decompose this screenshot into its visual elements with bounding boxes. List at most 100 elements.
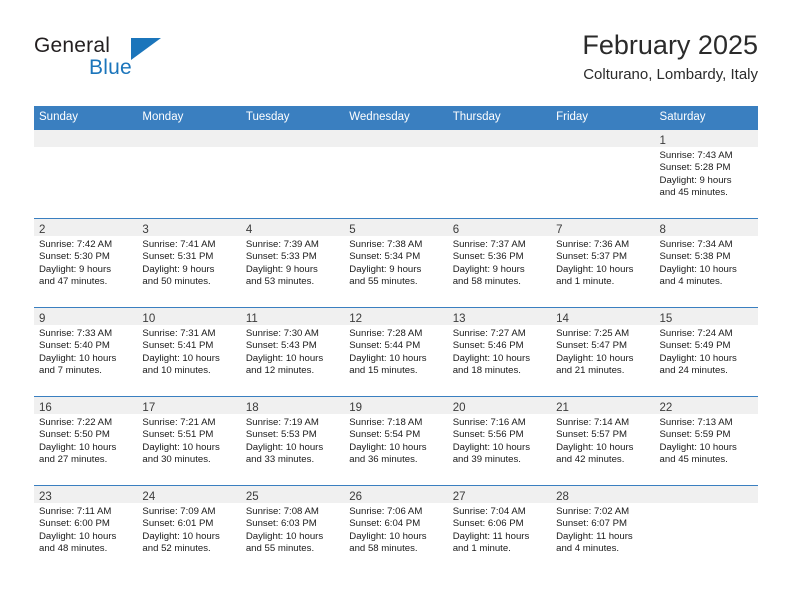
day-details: Sunrise: 7:11 AM Sunset: 6:00 PM Daylight:… [34, 503, 137, 562]
calendar-day-cell[interactable]: 15 Sunrise: 7:24 AM Sunset: 5:49 PM Dayligh… [654, 308, 758, 396]
calendar-day-cell[interactable]: 1 Sunrise: 7:43 AM Sunset: 5:28 PM Daylight… [654, 130, 758, 218]
day-details: Sunrise: 7:08 AM Sunset: 6:03 PM Daylight:… [241, 503, 344, 562]
day-details: Sunrise: 7:28 AM Sunset: 5:44 PM Daylight:… [344, 325, 447, 384]
daylight-duration-line2: and 58 minutes. [349, 543, 418, 555]
calendar-day-cell[interactable]: 2 Sunrise: 7:42 AM Sunset: 5:30 PM Daylight… [34, 219, 138, 307]
daylight-duration-line1: Daylight: 10 hours [349, 352, 427, 364]
day-number-band [34, 130, 138, 147]
day-number: 11 [245, 313, 258, 325]
calendar-week-row: 2 Sunrise: 7:42 AM Sunset: 5:30 PM Daylight… [34, 218, 758, 307]
weekday-header-monday: Monday [142, 111, 184, 123]
day-number: 28 [556, 491, 569, 503]
day-number-band: 7 [551, 219, 655, 236]
calendar-day-cell[interactable]: 4 Sunrise: 7:39 AM Sunset: 5:33 PM Daylight… [240, 219, 345, 307]
daylight-duration-line2: and 48 minutes. [39, 543, 108, 555]
calendar-day-cell[interactable]: 8 Sunrise: 7:34 AM Sunset: 5:38 PM Daylight… [654, 219, 758, 307]
day-number: 25 [245, 491, 259, 503]
calendar-day-cell[interactable]: 26 Sunrise: 7:06 AM Sunset: 6:04 PM Dayligh… [344, 486, 448, 574]
sunset-time: Sunset: 5:44 PM [349, 340, 421, 352]
calendar-day-cell[interactable]: 25 Sunrise: 7:08 AM Sunset: 6:03 PM Dayligh… [240, 486, 345, 574]
daylight-duration-line2: and 4 minutes. [659, 276, 723, 288]
sunrise-time: Sunrise: 7:06 AM [349, 506, 423, 517]
sunrise-time: Sunrise: 7:11 AM [39, 506, 112, 517]
calendar-day-cell[interactable]: 18 Sunrise: 7:19 AM Sunset: 5:53 PM Dayligh… [240, 397, 345, 485]
day-details: Sunrise: 7:21 AM Sunset: 5:51 PM Daylight:… [137, 414, 240, 473]
day-number: 3 [142, 224, 149, 236]
sunrise-time: Sunrise: 7:22 AM [39, 417, 113, 428]
day-details: Sunrise: 7:34 AM Sunset: 5:38 PM Daylight:… [655, 236, 758, 295]
day-number-band: 15 [654, 308, 758, 325]
day-number-band: 16 [34, 397, 138, 414]
daylight-duration-line1: Daylight: 10 hours [245, 530, 324, 542]
calendar-day-cell[interactable]: 9 Sunrise: 7:33 AM Sunset: 5:40 PM Daylight… [34, 308, 138, 396]
daylight-duration-line1: Daylight: 10 hours [245, 352, 324, 364]
day-number-band: 18 [240, 397, 345, 414]
calendar-day-cell[interactable]: 22 Sunrise: 7:13 AM Sunset: 5:59 PM Dayligh… [654, 397, 758, 485]
general-blue-logo[interactable]: General Blue [34, 34, 204, 90]
sunset-time: Sunset: 5:51 PM [142, 429, 214, 441]
day-number: 26 [349, 491, 363, 503]
day-details: Sunrise: 7:42 AM Sunset: 5:30 PM Daylight:… [34, 236, 137, 295]
day-number-band: 21 [551, 397, 655, 414]
sunrise-time: Sunrise: 7:38 AM [349, 239, 423, 250]
calendar-day-cell[interactable]: 27 Sunrise: 7:04 AM Sunset: 6:06 PM Dayligh… [447, 486, 552, 574]
daylight-duration-line1: Daylight: 10 hours [349, 441, 427, 453]
daylight-duration-line2: and 1 minute. [452, 543, 511, 555]
sunrise-time: Sunrise: 7:39 AM [245, 239, 319, 250]
day-number: 23 [39, 491, 52, 503]
calendar-day-cell[interactable]: 5 Sunrise: 7:38 AM Sunset: 5:34 PM Daylight… [344, 219, 448, 307]
daylight-duration-line2: and 21 minutes. [556, 365, 625, 377]
daylight-duration-line1: Daylight: 10 hours [39, 530, 117, 542]
daylight-duration-line1: Daylight: 10 hours [142, 441, 220, 453]
calendar-day-cell[interactable]: 24 Sunrise: 7:09 AM Sunset: 6:01 PM Dayligh… [137, 486, 241, 574]
calendar-day-cell[interactable]: 12 Sunrise: 7:28 AM Sunset: 5:44 PM Dayligh… [344, 308, 448, 396]
daylight-duration-line2: and 10 minutes. [142, 365, 211, 377]
calendar-day-cell[interactable]: 20 Sunrise: 7:16 AM Sunset: 5:56 PM Dayligh… [447, 397, 552, 485]
daylight-duration-line1: Daylight: 10 hours [245, 441, 324, 453]
daylight-duration-line1: Daylight: 10 hours [39, 352, 117, 364]
daylight-duration-line1: Daylight: 10 hours [452, 352, 531, 364]
calendar-day-cell[interactable]: 10 Sunrise: 7:31 AM Sunset: 5:41 PM Dayligh… [137, 308, 241, 396]
calendar-day-cell[interactable]: 19 Sunrise: 7:18 AM Sunset: 5:54 PM Dayligh… [344, 397, 448, 485]
daylight-duration-line2: and 30 minutes. [142, 454, 211, 466]
calendar-day-cell[interactable]: 6 Sunrise: 7:37 AM Sunset: 5:36 PM Daylight… [447, 219, 552, 307]
daylight-duration-line2: and 55 minutes. [349, 276, 418, 288]
calendar-week-row: 1 Sunrise: 7:43 AM Sunset: 5:28 PM Daylight… [34, 129, 758, 218]
sunset-time: Sunset: 6:04 PM [349, 518, 421, 530]
calendar-day-cell[interactable]: 23 Sunrise: 7:11 AM Sunset: 6:00 PM Dayligh… [34, 486, 138, 574]
calendar-day-cell[interactable]: 7 Sunrise: 7:36 AM Sunset: 5:37 PM Daylight… [551, 219, 655, 307]
sunrise-time: Sunrise: 7:33 AM [39, 328, 113, 339]
calendar-day-cell[interactable]: 17 Sunrise: 7:21 AM Sunset: 5:51 PM Dayligh… [137, 397, 241, 485]
day-number-band: 26 [344, 486, 448, 503]
day-number-band [551, 130, 655, 147]
day-details: Sunrise: 7:37 AM Sunset: 5:36 PM Daylight:… [448, 236, 551, 295]
daylight-duration-line1: Daylight: 10 hours [659, 352, 737, 364]
calendar-day-cell[interactable]: 16 Sunrise: 7:22 AM Sunset: 5:50 PM Dayligh… [34, 397, 138, 485]
day-number-band [137, 130, 241, 147]
daylight-duration-line1: Daylight: 10 hours [659, 263, 737, 275]
sunrise-time: Sunrise: 7:09 AM [142, 506, 216, 517]
calendar-day-cell[interactable]: 14 Sunrise: 7:25 AM Sunset: 5:47 PM Dayligh… [551, 308, 655, 396]
sunrise-time: Sunrise: 7:16 AM [452, 417, 526, 428]
calendar-day-cell[interactable]: 13 Sunrise: 7:27 AM Sunset: 5:46 PM Dayligh… [447, 308, 552, 396]
calendar-day-cell[interactable]: 21 Sunrise: 7:14 AM Sunset: 5:57 PM Dayligh… [551, 397, 655, 485]
day-number-band: 8 [654, 219, 758, 236]
daylight-duration-line1: Daylight: 10 hours [349, 530, 427, 542]
calendar-day-cell[interactable]: 11 Sunrise: 7:30 AM Sunset: 5:43 PM Dayligh… [240, 308, 345, 396]
day-number: 9 [39, 313, 46, 325]
weekday-header-tuesday: Tuesday [245, 111, 290, 123]
weekday-header-thursday: Thursday [452, 111, 501, 123]
sunset-time: Sunset: 5:37 PM [556, 251, 628, 263]
day-number-band: 22 [654, 397, 758, 414]
calendar-day-cell[interactable]: 28 Sunrise: 7:02 AM Sunset: 6:07 PM Dayligh… [551, 486, 655, 574]
sunrise-time: Sunrise: 7:18 AM [349, 417, 423, 428]
calendar-page: General Blue February 2025 Colturano, Lo… [0, 0, 792, 612]
day-details: Sunrise: 7:27 AM Sunset: 5:46 PM Daylight:… [448, 325, 551, 384]
sunset-time: Sunset: 6:01 PM [142, 518, 214, 530]
daylight-duration-line2: and 33 minutes. [245, 454, 315, 466]
weekday-header-friday: Friday [556, 111, 589, 123]
calendar-day-cell[interactable]: 3 Sunrise: 7:41 AM Sunset: 5:31 PM Daylight… [137, 219, 241, 307]
day-number: 16 [39, 402, 52, 414]
weekday-header-row: Sunday Monday Tuesday Wednesday Thursday… [34, 106, 758, 129]
calendar-weeks: 1 Sunrise: 7:43 AM Sunset: 5:28 PM Daylight… [34, 129, 758, 574]
